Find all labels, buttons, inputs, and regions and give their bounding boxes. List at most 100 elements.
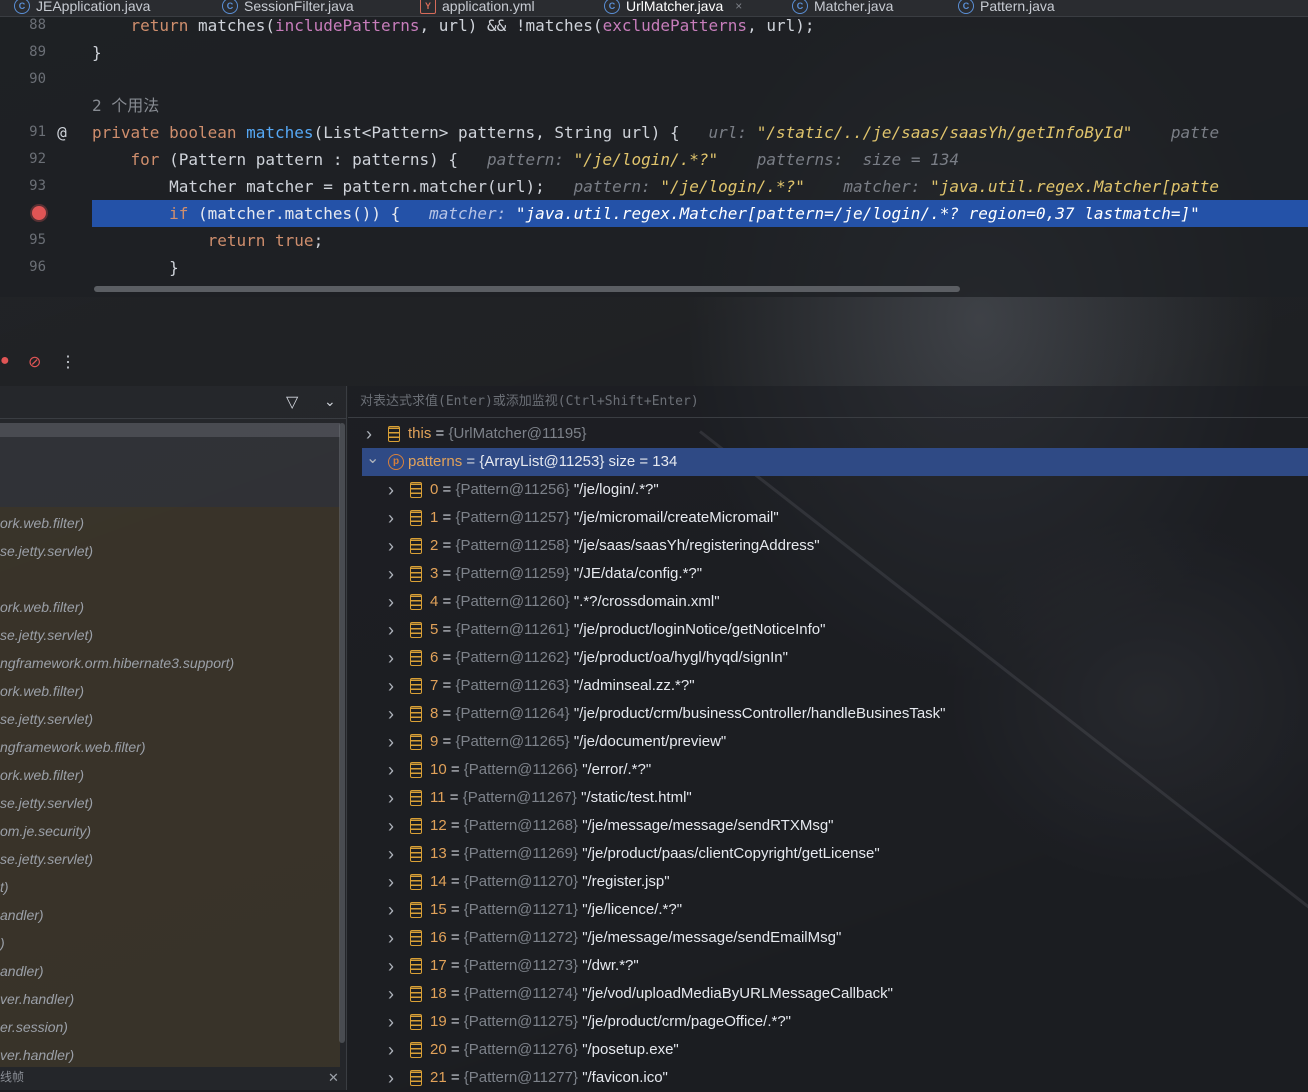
chevron-right-icon[interactable]: › xyxy=(388,980,394,1008)
frame-row[interactable]: ork.web.filter) xyxy=(0,593,84,621)
pattern-item[interactable]: › 5 = {Pattern@11261} "/je/product/loginN… xyxy=(348,616,1308,644)
chevron-right-icon[interactable]: › xyxy=(388,1008,394,1036)
frames-scrollbar[interactable] xyxy=(339,423,345,1043)
code-token: return xyxy=(92,16,198,35)
item-value: "/je/product/loginNotice/getNoticeInfo" xyxy=(573,621,826,638)
filter-icon[interactable]: ▽ xyxy=(286,392,298,412)
chevron-right-icon[interactable]: › xyxy=(388,616,394,644)
pattern-item[interactable]: › 18 = {Pattern@11274} "/je/vod/uploadMed… xyxy=(348,980,1308,1008)
pattern-item[interactable]: › 13 = {Pattern@11269} "/je/product/paas/… xyxy=(348,840,1308,868)
pattern-item[interactable]: › 6 = {Pattern@11262} "/je/product/oa/hyg… xyxy=(348,644,1308,672)
item-value: "/je/product/oa/hygl/hyqd/signIn" xyxy=(573,649,788,666)
chevron-right-icon[interactable]: › xyxy=(388,896,394,924)
frame-row[interactable]: andler) xyxy=(0,957,44,985)
pattern-item[interactable]: › 7 = {Pattern@11263} "/adminseal.zz.*?" xyxy=(348,672,1308,700)
pattern-item[interactable]: › 16 = {Pattern@11272} "/je/message/messa… xyxy=(348,924,1308,952)
chevron-right-icon[interactable]: › xyxy=(388,924,394,952)
item-index: 13 xyxy=(430,845,447,862)
chevron-right-icon[interactable]: › xyxy=(388,952,394,980)
variable-text: 8 = {Pattern@11264} "/je/product/crm/bus… xyxy=(430,700,946,728)
code-token: (Pattern pattern : patterns) { xyxy=(169,150,487,169)
chevron-right-icon[interactable]: › xyxy=(388,840,394,868)
frame-row[interactable]: se.jetty.servlet) xyxy=(0,621,93,649)
pattern-item[interactable]: › 4 = {Pattern@11260} ".*?/crossdomain.xm… xyxy=(348,588,1308,616)
chevron-down-icon[interactable]: ⌄ xyxy=(366,445,379,473)
item-index: 17 xyxy=(430,957,447,974)
variable-text: 17 = {Pattern@11273} "/dwr.*?" xyxy=(430,952,639,980)
pattern-item[interactable]: › 3 = {Pattern@11259} "/JE/data/config.*?… xyxy=(348,560,1308,588)
editor-horizontal-scrollbar[interactable] xyxy=(94,286,960,292)
pattern-item[interactable]: › 15 = {Pattern@11271} "/je/licence/.*?" xyxy=(348,896,1308,924)
item-ref: {Pattern@11273} xyxy=(463,957,579,974)
frame-row[interactable]: se.jetty.servlet) xyxy=(0,537,93,565)
chevron-right-icon[interactable]: › xyxy=(388,868,394,896)
pattern-item[interactable]: › 10 = {Pattern@11266} "/error/.*?" xyxy=(348,756,1308,784)
chevron-right-icon[interactable]: › xyxy=(388,560,394,588)
frame-row[interactable]: se.jetty.servlet) xyxy=(0,845,93,873)
frame-row[interactable]: ver.handler) xyxy=(0,1041,74,1069)
pattern-item[interactable]: › 2 = {Pattern@11258} "/je/saas/saasYh/re… xyxy=(348,532,1308,560)
chevron-right-icon[interactable]: › xyxy=(388,532,394,560)
chevron-right-icon[interactable]: › xyxy=(388,588,394,616)
variable-text: 0 = {Pattern@11256} "/je/login/.*?" xyxy=(430,476,659,504)
code-token: } xyxy=(92,43,102,62)
pattern-item[interactable]: › 17 = {Pattern@11273} "/dwr.*?" xyxy=(348,952,1308,980)
chevron-right-icon[interactable]: › xyxy=(388,476,394,504)
at-sign-icon[interactable]: @ xyxy=(52,119,72,146)
more-options-icon[interactable]: ⋮ xyxy=(60,352,76,372)
chevron-down-icon[interactable]: ⌄ xyxy=(324,393,336,410)
pattern-item[interactable]: › 19 = {Pattern@11275} "/je/product/crm/p… xyxy=(348,1008,1308,1036)
item-value: "/posetup.exe" xyxy=(582,1041,679,1058)
chevron-right-icon[interactable]: › xyxy=(388,756,394,784)
variable-this[interactable]: › this = {UrlMatcher@11195} xyxy=(348,420,1308,448)
chevron-right-icon[interactable]: › xyxy=(388,1064,394,1092)
variable-patterns[interactable]: ⌄ p patterns = {ArrayList@11253} size = 13… xyxy=(362,448,1308,476)
view-breakpoints-icon[interactable]: ● xyxy=(0,352,10,370)
chevron-right-icon[interactable]: › xyxy=(388,728,394,756)
frame-row[interactable]: ver.handler) xyxy=(0,985,74,1013)
frame-row[interactable]: ngframework.orm.hibernate3.support) xyxy=(0,649,234,677)
chevron-right-icon[interactable]: › xyxy=(388,700,394,728)
variable-text: 16 = {Pattern@11272} "/je/message/messag… xyxy=(430,924,841,952)
pattern-item[interactable]: › 11 = {Pattern@11267} "/static/test.html… xyxy=(348,784,1308,812)
chevron-right-icon[interactable]: › xyxy=(366,420,372,448)
chevron-right-icon[interactable]: › xyxy=(388,784,394,812)
pattern-item[interactable]: › 8 = {Pattern@11264} "/je/product/crm/bu… xyxy=(348,700,1308,728)
evaluate-expression-input[interactable]: 对表达式求值(Enter)或添加监视(Ctrl+Shift+Enter) xyxy=(348,386,1308,418)
item-index: 14 xyxy=(430,873,447,890)
pattern-item[interactable]: › 0 = {Pattern@11256} "/je/login/.*?" xyxy=(348,476,1308,504)
item-value: "/je/product/paas/clientCopyright/getLic… xyxy=(582,845,880,862)
pattern-item[interactable]: › 20 = {Pattern@11276} "/posetup.exe" xyxy=(348,1036,1308,1064)
close-icon[interactable]: ✕ xyxy=(328,1070,339,1086)
code-line: 95 return true; xyxy=(0,227,1308,254)
variable-text: 19 = {Pattern@11275} "/je/product/crm/pa… xyxy=(430,1008,791,1036)
frame-row[interactable]: ork.web.filter) xyxy=(0,677,84,705)
chevron-right-icon[interactable]: › xyxy=(388,644,394,672)
item-value: "/je/product/crm/businessController/hand… xyxy=(573,705,946,722)
chevron-right-icon[interactable]: › xyxy=(388,504,394,532)
mute-breakpoints-icon[interactable]: ⊘ xyxy=(28,352,41,372)
pattern-item[interactable]: › 1 = {Pattern@11257} "/je/micromail/crea… xyxy=(348,504,1308,532)
chevron-right-icon[interactable]: › xyxy=(388,812,394,840)
frame-row[interactable]: se.jetty.servlet) xyxy=(0,789,93,817)
frame-row[interactable]: ) xyxy=(0,929,5,957)
frame-row[interactable]: andler) xyxy=(0,901,44,929)
chevron-right-icon[interactable]: › xyxy=(388,672,394,700)
frame-row[interactable]: er.session) xyxy=(0,1013,68,1041)
pattern-item[interactable]: › 9 = {Pattern@11265} "/je/document/previ… xyxy=(348,728,1308,756)
frame-row[interactable]: se.jetty.servlet) xyxy=(0,705,93,733)
breakpoint-icon[interactable] xyxy=(32,206,46,220)
pattern-item[interactable]: › 14 = {Pattern@11270} "/register.jsp" xyxy=(348,868,1308,896)
code-token: includePatterns xyxy=(275,16,420,35)
pattern-item[interactable]: › 12 = {Pattern@11268} "/je/message/messa… xyxy=(348,812,1308,840)
code-editor[interactable]: 88 return matches(includePatterns, url) … xyxy=(0,16,1308,297)
frame-row[interactable]: om.je.security) xyxy=(0,817,91,845)
frame-row[interactable]: ork.web.filter) xyxy=(0,509,84,537)
frame-row[interactable]: ork.web.filter) xyxy=(0,761,84,789)
frames-selected-row[interactable] xyxy=(0,423,340,437)
pattern-item[interactable]: › 21 = {Pattern@11277} "/favicon.ico" xyxy=(348,1064,1308,1092)
frame-row[interactable]: t) xyxy=(0,873,9,901)
chevron-right-icon[interactable]: › xyxy=(388,1036,394,1064)
item-index: 10 xyxy=(430,761,447,778)
frame-row[interactable]: ngframework.web.filter) xyxy=(0,733,146,761)
